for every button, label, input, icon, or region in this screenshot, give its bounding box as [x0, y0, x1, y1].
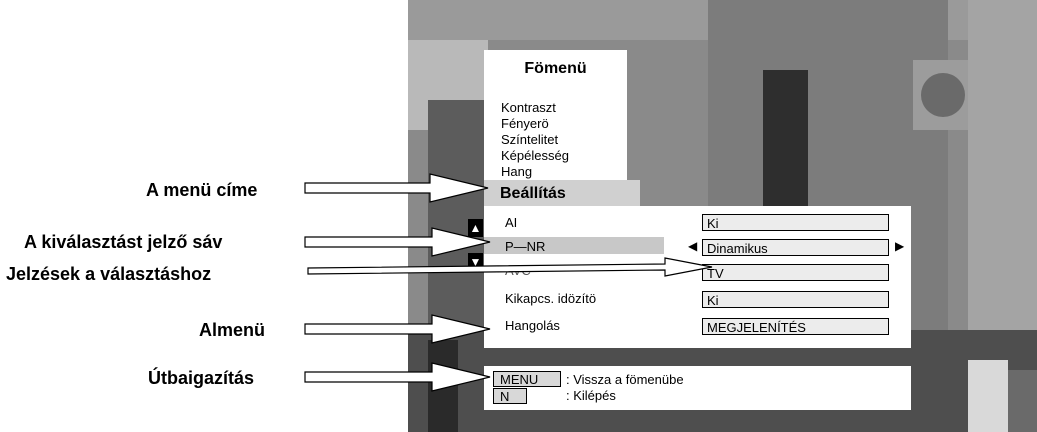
- arrow-choice-markers: [307, 257, 713, 277]
- arrow-menu-title: [304, 173, 489, 203]
- arrow-submenu: [304, 314, 491, 344]
- callout-arrows: [304, 173, 713, 392]
- arrow-guide: [304, 362, 491, 392]
- arrow-selection-bar: [304, 227, 491, 257]
